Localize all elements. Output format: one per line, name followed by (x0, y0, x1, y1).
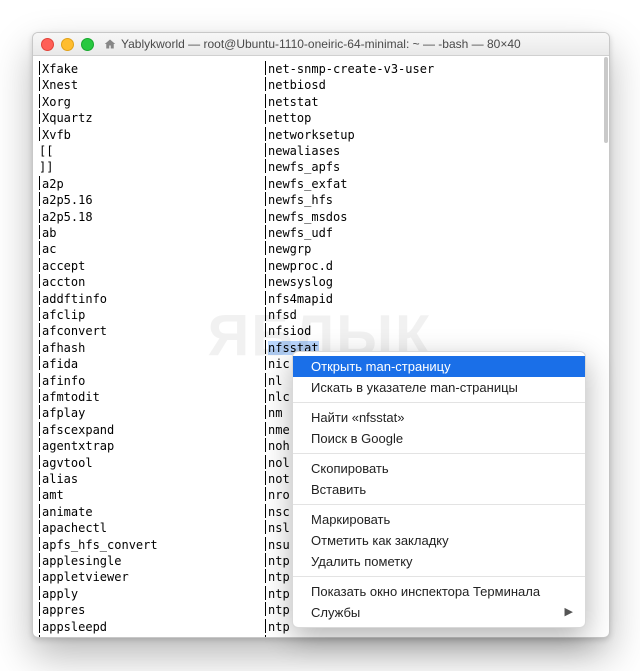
term-left-entry: applesingle (39, 553, 121, 569)
term-right-entry: noh (265, 438, 290, 454)
term-right-entry: nro (265, 487, 290, 503)
term-right-entry: nic (265, 356, 290, 372)
term-right-entry: nfs4mapid (265, 291, 333, 307)
menu-item[interactable]: Службы▶ (293, 602, 585, 623)
term-right-entry: ntp (265, 586, 290, 602)
term-left-entry: afplay (39, 405, 85, 421)
term-left-entry: appsleepd (39, 619, 107, 635)
menu-separator (293, 504, 585, 505)
term-right-entry: newfs_hfs (265, 192, 333, 208)
zoom-icon[interactable] (81, 38, 94, 51)
term-right-entry: nme (265, 422, 290, 438)
scrollbar[interactable] (604, 57, 608, 636)
menu-item[interactable]: Скопировать (293, 458, 585, 479)
term-right-entry: ntp (265, 553, 290, 569)
menu-item[interactable]: Маркировать (293, 509, 585, 530)
term-left-entry: afmtodit (39, 389, 100, 405)
term-left-entry: ab (39, 225, 56, 241)
term-left-entry: afhash (39, 340, 85, 356)
menu-separator (293, 576, 585, 577)
term-right-entry: newfs_apfs (265, 159, 340, 175)
menu-item[interactable]: Искать в указателе man-страницы (293, 377, 585, 398)
term-left-entry: alias (39, 471, 78, 487)
term-left-entry: afconvert (39, 323, 107, 339)
term-left-entry: apropos (39, 635, 93, 638)
menu-item[interactable]: Поиск в Google (293, 428, 585, 449)
term-left-entry: Xvfb (39, 127, 71, 143)
submenu-arrow-icon: ▶ (565, 602, 573, 623)
term-left-entry: a2p (39, 176, 64, 192)
term-right-entry: nl (265, 373, 282, 389)
minimize-icon[interactable] (61, 38, 74, 51)
menu-item[interactable]: Открыть man-страницу (293, 356, 585, 377)
menu-separator (293, 402, 585, 403)
term-right-entry: nettop (265, 110, 311, 126)
term-left-entry: ]] (39, 159, 53, 175)
term-right-entry: net-snmp-create-v3-user (265, 61, 434, 77)
term-left-entry: apfs_hfs_convert (39, 537, 158, 553)
term-left-entry: addftinfo (39, 291, 107, 307)
term-right-entry: ntp (265, 635, 290, 638)
term-left-entry: Xorg (39, 94, 71, 110)
term-right-entry: newaliases (265, 143, 340, 159)
term-left-entry: Xquartz (39, 110, 93, 126)
term-right-entry: ntp (265, 569, 290, 585)
term-left-entry: [[ (39, 143, 53, 159)
term-right-entry: ntp (265, 619, 290, 635)
term-left-entry: afscexpand (39, 422, 114, 438)
home-icon (104, 38, 116, 50)
term-left-entry: afida (39, 356, 78, 372)
term-left-entry: appletviewer (39, 569, 129, 585)
term-left-entry: Xfake (39, 61, 78, 77)
close-icon[interactable] (41, 38, 54, 51)
context-menu: Открыть man-страницуИскать в указателе m… (292, 351, 586, 628)
term-right-entry: newfs_exfat (265, 176, 347, 192)
scroll-thumb[interactable] (604, 57, 608, 143)
term-right-entry: not (265, 471, 290, 487)
term-left-entry: Xnest (39, 77, 78, 93)
term-right-entry: newgrp (265, 241, 311, 257)
term-right-entry: newfs_udf (265, 225, 333, 241)
term-left-entry: apachectl (39, 520, 107, 536)
menu-item[interactable]: Отметить как закладку (293, 530, 585, 551)
term-left-entry: ac (39, 241, 56, 257)
term-left-entry: a2p5.16 (39, 192, 93, 208)
term-left-entry: agvtool (39, 455, 93, 471)
term-right-entry: nol (265, 455, 290, 471)
menu-item[interactable]: Вставить (293, 479, 585, 500)
term-right-entry: nfsd (265, 307, 297, 323)
term-right-entry: newfs_msdos (265, 209, 347, 225)
term-right-entry: ntp (265, 602, 290, 618)
term-left-entry: apply (39, 586, 78, 602)
menu-separator (293, 453, 585, 454)
term-left-entry: amt (39, 487, 64, 503)
term-right-entry: nsu (265, 537, 290, 553)
term-right-entry: netstat (265, 94, 319, 110)
titlebar: Yablykworld — root@Ubuntu-1110-oneiric-6… (33, 33, 609, 56)
term-right-entry: nsl (265, 520, 290, 536)
window-title: Yablykworld — root@Ubuntu-1110-oneiric-6… (121, 37, 521, 51)
term-left-entry: afclip (39, 307, 85, 323)
term-right-entry: netbiosd (265, 77, 326, 93)
term-right-entry: nsc (265, 504, 290, 520)
menu-item[interactable]: Удалить пометку (293, 551, 585, 572)
term-right-entry: nfsiod (265, 323, 311, 339)
menu-item[interactable]: Найти «nfsstat» (293, 407, 585, 428)
window-controls (41, 38, 94, 51)
term-left-entry: animate (39, 504, 93, 520)
term-left-entry: accton (39, 274, 85, 290)
term-left-entry: appres (39, 602, 85, 618)
term-left-entry: agentxtrap (39, 438, 114, 454)
term-right-entry: nlc (265, 389, 290, 405)
term-right-entry: nm (265, 405, 282, 421)
term-left-entry: afinfo (39, 373, 85, 389)
term-right-entry: networksetup (265, 127, 355, 143)
term-left-entry: accept (39, 258, 85, 274)
term-left-entry: a2p5.18 (39, 209, 93, 225)
term-right-entry: newsyslog (265, 274, 333, 290)
term-right-entry: newproc.d (265, 258, 333, 274)
menu-item[interactable]: Показать окно инспектора Терминала (293, 581, 585, 602)
